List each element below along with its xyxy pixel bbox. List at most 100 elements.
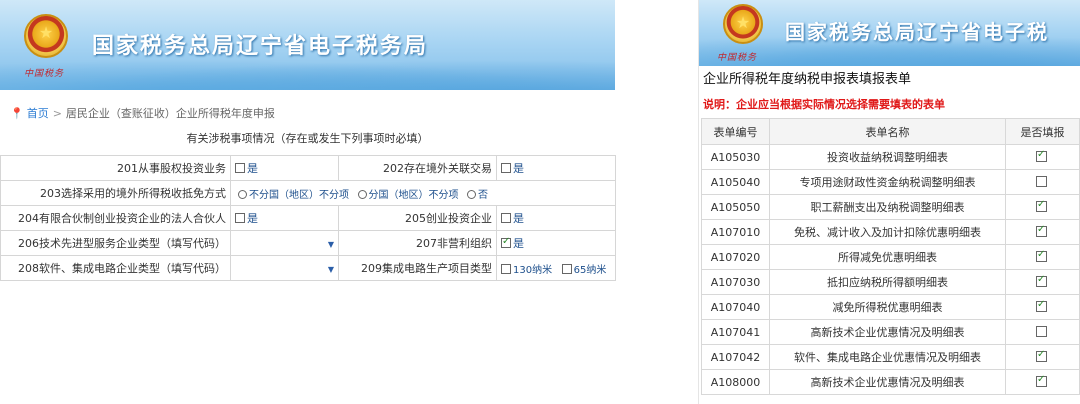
form-label: 209集成电路生产项目类型 bbox=[338, 255, 497, 281]
fill-checkbox[interactable] bbox=[1036, 149, 1047, 162]
form-value: 是 bbox=[230, 155, 339, 181]
banner-wave bbox=[0, 60, 615, 90]
row-name: 高新技术企业优惠情况及明细表 bbox=[769, 369, 1006, 395]
fill-checkbox[interactable] bbox=[1036, 349, 1047, 362]
fill-checkbox[interactable] bbox=[1036, 374, 1047, 387]
table-row: A105050 职工薪酬支出及纳税调整明细表 bbox=[701, 194, 1080, 220]
row-fill-cell bbox=[1005, 344, 1080, 370]
checkbox-209-130nm[interactable] bbox=[501, 263, 511, 274]
row-fill-cell bbox=[1005, 144, 1080, 170]
form-row: 208软件、集成电路企业类型（填写代码） ▼ 209集成电路生产项目类型 130… bbox=[0, 255, 616, 281]
row-code: A105050 bbox=[701, 194, 770, 220]
row-name: 投资收益纳税调整明细表 bbox=[769, 144, 1006, 170]
site-banner: 中国税务 国家税务总局辽宁省电子税 bbox=[699, 0, 1080, 66]
row-code: A105040 bbox=[701, 169, 770, 195]
form-label: 208软件、集成电路企业类型（填写代码） bbox=[0, 255, 231, 281]
form-label: 206技术先进型服务企业类型（填写代码） bbox=[0, 230, 231, 256]
checkbox-204[interactable] bbox=[235, 213, 245, 223]
checkbox-205[interactable] bbox=[501, 213, 511, 223]
fill-checkbox[interactable] bbox=[1036, 199, 1047, 212]
row-fill-cell bbox=[1005, 294, 1080, 320]
header-code: 表单编号 bbox=[701, 118, 770, 145]
radio-203-option-2[interactable] bbox=[357, 189, 367, 199]
brand-script-logo: 中国税务 bbox=[24, 69, 65, 79]
fill-checkbox[interactable] bbox=[1036, 175, 1047, 187]
form-value: 130纳米 65纳米 bbox=[496, 255, 616, 281]
table-row: A108000 高新技术企业优惠情况及明细表 bbox=[701, 369, 1080, 395]
checkbox-201[interactable] bbox=[235, 163, 245, 173]
section-title: 有关涉税事项情况（存在或发生下列事项时必填） bbox=[186, 132, 429, 145]
form-list-note: 说明：企业应当根据实际情况选择需要填表的表单 bbox=[703, 98, 945, 111]
row-fill-cell bbox=[1005, 169, 1080, 195]
checkbox-209-65nm[interactable] bbox=[561, 263, 572, 274]
table-row: A107041 高新技术企业优惠情况及明细表 bbox=[701, 319, 1080, 345]
row-fill-cell bbox=[1005, 319, 1080, 345]
checkbox-207[interactable] bbox=[501, 236, 511, 248]
form-row: 203选择采用的境外所得税收抵免方式 不分国（地区）不分项 分国（地区）不分项 … bbox=[0, 180, 616, 206]
row-name: 职工薪酬支出及纳税调整明细表 bbox=[769, 194, 1006, 220]
form-value: 是 bbox=[496, 205, 616, 231]
tax-matters-form: 201从事股权投资业务 是 202存在境外关联交易 是 203选择采用的境外所得… bbox=[0, 155, 616, 281]
row-fill-cell bbox=[1005, 194, 1080, 220]
banner-title: 国家税务总局辽宁省电子税 bbox=[785, 20, 1049, 44]
table-row: A107030 抵扣应纳税所得额明细表 bbox=[701, 269, 1080, 295]
fill-checkbox[interactable] bbox=[1036, 249, 1047, 262]
form-value: 是 bbox=[230, 205, 339, 231]
fill-checkbox[interactable] bbox=[1036, 224, 1047, 237]
row-code: A107040 bbox=[701, 294, 770, 320]
location-pin-icon: 📍 bbox=[10, 107, 24, 120]
form-row: 206技术先进型服务企业类型（填写代码） ▼ 207非营利组织 是 bbox=[0, 230, 616, 256]
select-208[interactable]: ▼ bbox=[230, 255, 339, 281]
table-row: A107010 免税、减计收入及加计扣除优惠明细表 bbox=[701, 219, 1080, 245]
right-screen: 中国税务 国家税务总局辽宁省电子税 企业所得税年度纳税申报表填报表单 说明：企业… bbox=[698, 0, 1080, 404]
row-code: A105030 bbox=[701, 144, 770, 170]
form-value: 不分国（地区）不分项 分国（地区）不分项 否 bbox=[230, 180, 616, 206]
row-code: A107030 bbox=[701, 269, 770, 295]
row-name: 减免所得税优惠明细表 bbox=[769, 294, 1006, 320]
form-value: 是 bbox=[496, 230, 616, 256]
table-row: A107042 软件、集成电路企业优惠情况及明细表 bbox=[701, 344, 1080, 370]
row-name: 所得减免优惠明细表 bbox=[769, 244, 1006, 270]
row-code: A107041 bbox=[701, 319, 770, 345]
select-206[interactable]: ▼ bbox=[230, 230, 339, 256]
form-label: 202存在境外关联交易 bbox=[338, 155, 497, 181]
form-list-title: 企业所得税年度纳税申报表填报表单 bbox=[703, 72, 912, 87]
fill-checkbox[interactable] bbox=[1036, 325, 1047, 337]
breadcrumb: 📍 首页 > 居民企业（查账征收）企业所得税年度申报 bbox=[10, 105, 275, 121]
form-label: 203选择采用的境外所得税收抵免方式 bbox=[0, 180, 231, 206]
header-fill: 是否填报 bbox=[1005, 118, 1080, 145]
form-row: 201从事股权投资业务 是 202存在境外关联交易 是 bbox=[0, 155, 616, 181]
row-code: A107020 bbox=[701, 244, 770, 270]
left-screen: 中国税务 国家税务总局辽宁省电子税务局 📍首页>居民企业（查账征收）企业所得税年… bbox=[0, 0, 616, 404]
tax-emblem-icon bbox=[723, 4, 763, 44]
row-name: 高新技术企业优惠情况及明细表 bbox=[769, 319, 1006, 345]
checkbox-202[interactable] bbox=[501, 163, 511, 173]
table-row: A105030 投资收益纳税调整明细表 bbox=[701, 144, 1080, 170]
fill-checkbox[interactable] bbox=[1036, 299, 1047, 312]
row-fill-cell bbox=[1005, 369, 1080, 395]
breadcrumb-home-link[interactable]: 首页 bbox=[27, 107, 49, 120]
fill-checkbox[interactable] bbox=[1036, 274, 1047, 287]
breadcrumb-current: 居民企业（查账征收）企业所得税年度申报 bbox=[65, 107, 275, 120]
row-fill-cell bbox=[1005, 269, 1080, 295]
form-label: 205创业投资企业 bbox=[338, 205, 497, 231]
radio-203-option-1[interactable] bbox=[238, 189, 247, 199]
row-code: A107042 bbox=[701, 344, 770, 370]
header-name: 表单名称 bbox=[769, 118, 1006, 145]
table-header-row: 表单编号 表单名称 是否填报 bbox=[701, 118, 1080, 145]
form-list-table: 表单编号 表单名称 是否填报 A105030投资收益纳税调整明细表A105040… bbox=[701, 118, 1080, 395]
form-value: 是 bbox=[496, 155, 616, 181]
tax-emblem-icon bbox=[24, 14, 68, 58]
brand-script-logo: 中国税务 bbox=[717, 53, 758, 63]
form-label: 201从事股权投资业务 bbox=[0, 155, 231, 181]
form-label: 204有限合伙制创业投资企业的法人合伙人 bbox=[0, 205, 231, 231]
row-code: A108000 bbox=[701, 369, 770, 395]
site-banner: 中国税务 国家税务总局辽宁省电子税务局 bbox=[0, 0, 615, 90]
row-name: 抵扣应纳税所得额明细表 bbox=[769, 269, 1006, 295]
form-row: 204有限合伙制创业投资企业的法人合伙人 是 205创业投资企业 是 bbox=[0, 205, 616, 231]
radio-203-option-3[interactable] bbox=[467, 189, 476, 199]
table-row: A107020 所得减免优惠明细表 bbox=[701, 244, 1080, 270]
dropdown-arrow-icon[interactable]: ▼ bbox=[328, 265, 334, 274]
dropdown-arrow-icon[interactable]: ▼ bbox=[328, 240, 334, 249]
breadcrumb-separator: > bbox=[52, 107, 62, 120]
